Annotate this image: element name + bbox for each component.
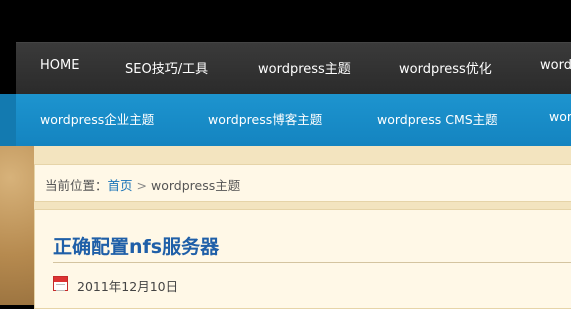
subnav-item-enterprise-themes[interactable]: wordpress企业主题: [40, 109, 154, 128]
post-card: 正确配置nfs服务器 2011年12月10日: [34, 209, 571, 309]
post-date: 2011年12月10日: [77, 279, 179, 294]
title-divider: [53, 262, 571, 263]
breadcrumb-separator: >: [136, 178, 148, 193]
breadcrumb-current: wordpress主题: [151, 178, 241, 193]
nav-item-home[interactable]: HOME: [40, 58, 79, 73]
sub-nav: wordpress企业主题 wordpress博客主题 wordpress CM…: [16, 94, 571, 146]
nav-item-wordpress-optimization[interactable]: wordpress优化: [399, 58, 492, 77]
post-title[interactable]: 正确配置nfs服务器: [53, 232, 219, 259]
main-nav: HOME SEO技巧/工具 wordpress主题 wordpress优化 wo…: [16, 42, 571, 94]
top-blank-bar: [0, 0, 571, 42]
nav-item-seo-tools[interactable]: SEO技巧/工具: [125, 58, 208, 77]
sub-nav-left-edge: [0, 94, 16, 146]
subnav-item-blog-themes[interactable]: wordpress博客主题: [208, 109, 322, 128]
content-area: 当前位置：首页 > wordpress主题 正确配置nfs服务器 2011年12月1…: [34, 146, 571, 309]
breadcrumb-prefix: 当前位置：: [45, 178, 108, 193]
subnav-item-cms-themes[interactable]: wordpress CMS主题: [377, 109, 498, 128]
background-texture: [0, 146, 34, 305]
calendar-icon: [53, 276, 68, 291]
subnav-item-more[interactable]: wor: [549, 109, 571, 124]
breadcrumb: 当前位置：首页 > wordpress主题: [34, 164, 571, 202]
breadcrumb-home-link[interactable]: 首页: [108, 178, 133, 193]
nav-item-wordpress-themes[interactable]: wordpress主题: [258, 58, 351, 77]
nav-item-more[interactable]: word: [540, 58, 571, 73]
